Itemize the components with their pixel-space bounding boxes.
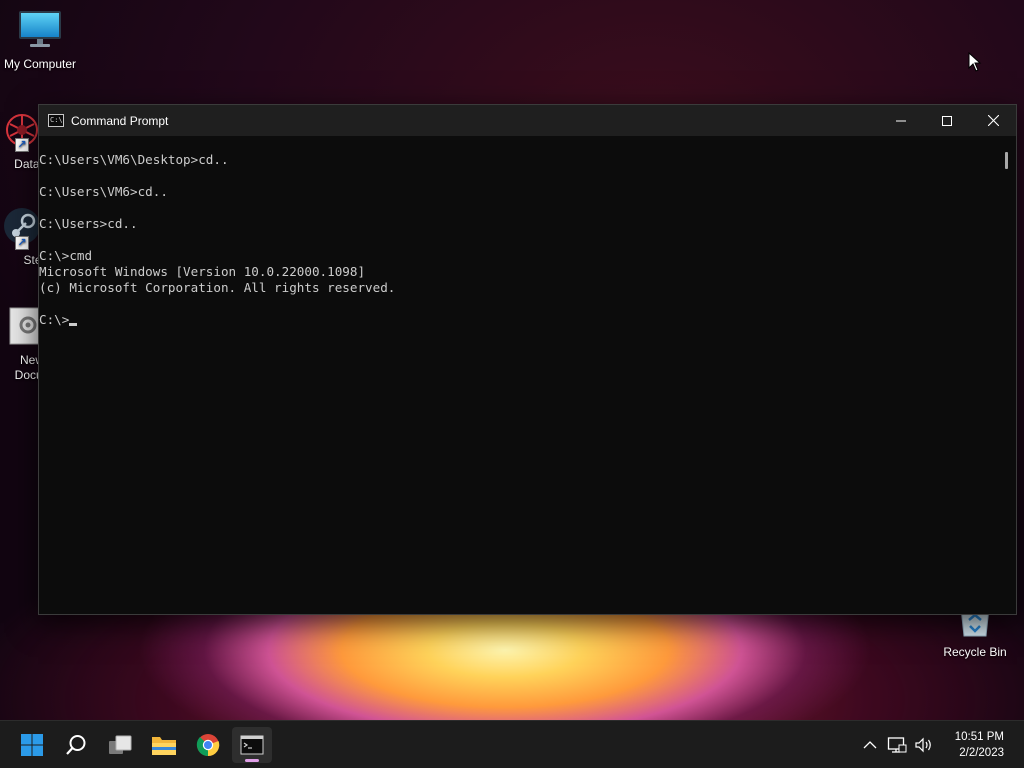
chevron-up-icon (863, 741, 877, 749)
desktop-icon-my-computer[interactable]: My Computer (0, 10, 80, 72)
cmd-icon: C:\ (48, 114, 64, 127)
clock-time: 10:51 PM (954, 731, 1004, 743)
title-bar[interactable]: C:\ Command Prompt (39, 105, 1016, 136)
task-view-button[interactable] (100, 727, 140, 763)
network-icon (887, 737, 907, 753)
scrollbar-thumb[interactable] (1005, 152, 1008, 169)
windows-logo-icon (21, 734, 43, 756)
console-line: C:\Users>cd.. (39, 216, 138, 231)
console-line: (c) Microsoft Corporation. All rights re… (39, 280, 396, 295)
close-icon (987, 115, 999, 126)
window-title: Command Prompt (71, 113, 169, 128)
minimize-icon (896, 120, 906, 121)
minimize-button[interactable] (878, 105, 924, 136)
shortcut-arrow-icon: ↗ (15, 138, 29, 152)
console-line: Microsoft Windows [Version 10.0.22000.10… (39, 264, 366, 279)
console-line: C:\Users\VM6\Desktop>cd.. (39, 152, 229, 167)
active-indicator (245, 759, 259, 762)
search-button[interactable] (56, 727, 96, 763)
maximize-icon (942, 115, 952, 126)
close-button[interactable] (970, 105, 1016, 136)
desktop-icon-recycle-bin[interactable]: Recycle Bin (935, 607, 1015, 660)
chrome-button[interactable] (188, 727, 228, 763)
console-prompt: C:\> (39, 312, 70, 327)
vertical-scrollbar[interactable] (998, 136, 1016, 614)
console-line: C:\Users\VM6>cd.. (39, 184, 168, 199)
desktop-icon-label: My Computer (3, 57, 77, 71)
shortcut-arrow-icon: ↗ (15, 236, 29, 250)
monitor-icon (19, 11, 61, 47)
cmd-icon (240, 735, 264, 755)
clock[interactable]: 10:51 PM 2/2/2023 (955, 729, 1004, 761)
system-tray: 10:51 PM 2/2/2023 (858, 721, 1024, 768)
network-button[interactable] (885, 733, 909, 757)
volume-icon (915, 737, 931, 753)
volume-button[interactable] (912, 733, 936, 757)
show-hidden-icons-button[interactable] (858, 733, 882, 757)
console-output[interactable]: C:\Users\VM6\Desktop>cd.. C:\Users\VM6>c… (39, 136, 998, 614)
task-view-icon (109, 735, 132, 754)
desktop-icon-label: Recycle Bin (943, 645, 1007, 659)
chrome-icon (196, 734, 220, 757)
clock-date: 2/2/2023 (959, 747, 1004, 759)
console-prompt-line[interactable]: C:\> (39, 312, 998, 328)
search-icon (66, 735, 86, 755)
maximize-button[interactable] (924, 105, 970, 136)
command-prompt-taskbar-button[interactable] (232, 727, 272, 763)
text-cursor (69, 323, 78, 326)
folder-icon (152, 737, 176, 755)
command-prompt-window[interactable]: C:\ Command Prompt C:\Users\VM6\Desktop>… (38, 104, 1017, 615)
taskbar: 10:51 PM 2/2/2023 (0, 720, 1024, 768)
window-controls (878, 105, 1016, 136)
start-button[interactable] (12, 727, 52, 763)
file-explorer-button[interactable] (144, 727, 184, 763)
mouse-pointer-icon (968, 52, 982, 72)
console-line: C:\>cmd (39, 248, 93, 263)
